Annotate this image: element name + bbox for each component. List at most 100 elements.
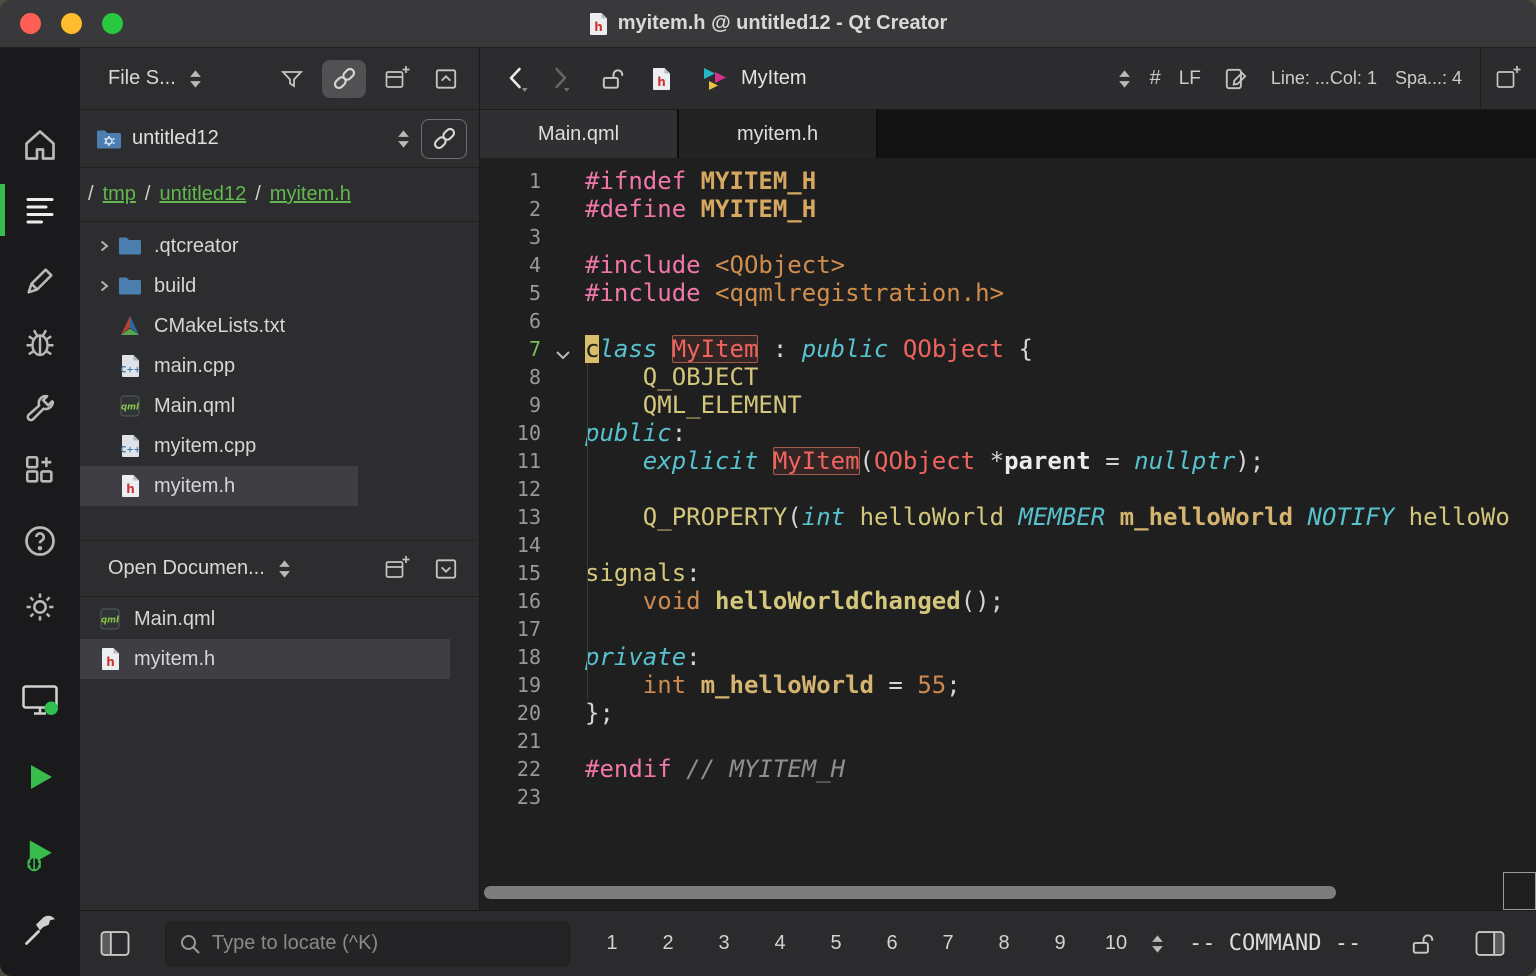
zoom-button[interactable]	[102, 13, 123, 34]
code-text[interactable]: private:	[585, 643, 1536, 671]
split-add-icon	[384, 555, 411, 582]
split-panel-button[interactable]	[380, 61, 415, 96]
build-button[interactable]	[0, 908, 80, 952]
code-text[interactable]: };	[585, 699, 1536, 727]
file-lock-button[interactable]	[596, 62, 630, 96]
mode-welcome[interactable]	[0, 123, 80, 167]
mode-edit[interactable]	[0, 188, 80, 232]
toggle-right-sidebar-button[interactable]	[1470, 926, 1510, 961]
preferences-button[interactable]	[0, 585, 80, 629]
tree-item-CMakeLists.txt[interactable]: CMakeLists.txt	[80, 306, 358, 346]
code-text[interactable]	[585, 531, 1536, 559]
horizontal-scrollbar[interactable]	[484, 886, 1336, 899]
code-text[interactable]: void helloWorldChanged();	[585, 587, 1536, 615]
breadcrumb-tmp[interactable]: tmp	[103, 183, 136, 206]
code-text[interactable]: #ifndef MYITEM_H	[585, 167, 1536, 195]
tree-item-myitem.h[interactable]: hmyitem.h	[80, 466, 358, 506]
locator-field[interactable]	[165, 922, 570, 966]
code-text[interactable]	[585, 223, 1536, 251]
code-text[interactable]: Q_OBJECT	[585, 363, 1536, 391]
line-ending-indicator[interactable]: LF	[1179, 68, 1201, 90]
code-text[interactable]: class MyItem : public QObject {	[585, 335, 1536, 363]
split-editor-button[interactable]	[1491, 61, 1526, 96]
mode-debug[interactable]	[0, 321, 80, 365]
tree-item-build[interactable]: build	[80, 266, 358, 306]
run-button[interactable]	[0, 755, 80, 799]
code-text[interactable]: #define MYITEM_H	[585, 195, 1536, 223]
indent-setting[interactable]: Spa...: 4	[1395, 68, 1462, 89]
collapse-panel-button[interactable]	[429, 62, 463, 96]
link-root-button[interactable]	[421, 119, 467, 159]
output-pane-6[interactable]: 6	[876, 932, 908, 955]
code-text[interactable]: signals:	[585, 559, 1536, 587]
encoding-button[interactable]	[1219, 62, 1253, 96]
vim-mode-status: -- COMMAND --	[1189, 931, 1361, 956]
tree-item-.qtcreator[interactable]: .qtcreator	[80, 226, 358, 266]
code-editor[interactable]: 1#ifndef MYITEM_H2#define MYITEM_H34#inc…	[480, 158, 1536, 910]
tree-item-main.cpp[interactable]: C++main.cpp	[80, 346, 358, 386]
code-text[interactable]: #include <qqmlregistration.h>	[585, 279, 1536, 307]
code-text[interactable]: #endif // MYITEM_H	[585, 755, 1536, 783]
mode-projects[interactable]	[0, 387, 80, 431]
locator-input[interactable]	[212, 932, 557, 955]
open-document-Main.qml[interactable]: qmlMain.qml	[80, 599, 450, 639]
updown-arrows-icon[interactable]	[1150, 933, 1165, 955]
chevron-right-icon[interactable]	[92, 239, 116, 253]
back-button[interactable]	[498, 60, 536, 98]
toggle-left-sidebar-button[interactable]	[95, 926, 135, 961]
forward-button[interactable]	[540, 60, 578, 98]
split-panel-button[interactable]	[380, 551, 415, 586]
project-name[interactable]: untitled12	[132, 127, 219, 150]
sync-with-editor-button[interactable]	[322, 60, 366, 98]
open-document-myitem.h[interactable]: hmyitem.h	[80, 639, 450, 679]
filter-button[interactable]	[276, 63, 308, 95]
tree-item-Main.qml[interactable]: qmlMain.qml	[80, 386, 358, 426]
updown-arrows-icon[interactable]	[277, 558, 292, 580]
updown-arrows-icon[interactable]	[188, 68, 203, 90]
code-text[interactable]: #include <QObject>	[585, 251, 1536, 279]
output-pane-4[interactable]: 4	[764, 932, 796, 955]
code-text[interactable]	[585, 615, 1536, 643]
mode-help[interactable]	[0, 519, 80, 563]
file-menu-button[interactable]: h	[648, 63, 675, 95]
code-text[interactable]	[585, 727, 1536, 755]
code-text[interactable]: Q_PROPERTY(int helloWorld MEMBER m_hello…	[585, 503, 1536, 531]
tree-item-myitem.cpp[interactable]: C++myitem.cpp	[80, 426, 358, 466]
panel-kind-label[interactable]: Open Documen...	[108, 557, 265, 580]
output-pane-8[interactable]: 8	[988, 932, 1020, 955]
updown-arrows-icon[interactable]	[396, 128, 411, 150]
updown-arrows-icon[interactable]	[1117, 68, 1132, 90]
output-pane-5[interactable]: 5	[820, 932, 852, 955]
code-text[interactable]	[585, 307, 1536, 335]
close-button[interactable]	[20, 13, 41, 34]
qml-file-icon: qml	[96, 608, 124, 630]
mode-extensions[interactable]	[0, 448, 80, 492]
output-pane-9[interactable]: 9	[1044, 932, 1076, 955]
output-pane-2[interactable]: 2	[652, 932, 684, 955]
output-pane-7[interactable]: 7	[932, 932, 964, 955]
code-text[interactable]: explicit MyItem(QObject *parent = nullpt…	[585, 447, 1536, 475]
tab-myitem.h[interactable]: myitem.h	[679, 110, 878, 158]
output-pane-3[interactable]: 3	[708, 932, 740, 955]
panel-kind-label[interactable]: File S...	[108, 67, 176, 90]
hash-indicator[interactable]: #	[1150, 67, 1161, 90]
breadcrumb-untitled12[interactable]: untitled12	[159, 183, 246, 206]
minimize-button[interactable]	[61, 13, 82, 34]
chevron-right-icon[interactable]	[92, 279, 116, 293]
code-text[interactable]	[585, 783, 1536, 811]
output-lock-button[interactable]	[1406, 927, 1440, 961]
cursor-position[interactable]: Line: ...Col: 1	[1271, 68, 1377, 89]
kit-selector[interactable]	[0, 678, 80, 722]
breadcrumb-myitem-h[interactable]: myitem.h	[270, 183, 351, 206]
code-text[interactable]: QML_ELEMENT	[585, 391, 1536, 419]
code-text[interactable]	[585, 475, 1536, 503]
tab-Main.qml[interactable]: Main.qml	[480, 110, 679, 158]
output-pane-1[interactable]: 1	[596, 932, 628, 955]
code-text[interactable]: int m_helloWorld = 55;	[585, 671, 1536, 699]
close-panel-button[interactable]	[429, 552, 463, 586]
code-text[interactable]: public:	[585, 419, 1536, 447]
mode-design[interactable]	[0, 259, 80, 303]
symbol-selector[interactable]: MyItem	[701, 65, 1132, 93]
output-pane-10[interactable]: 10	[1100, 932, 1132, 955]
debug-run-button[interactable]	[0, 833, 80, 877]
